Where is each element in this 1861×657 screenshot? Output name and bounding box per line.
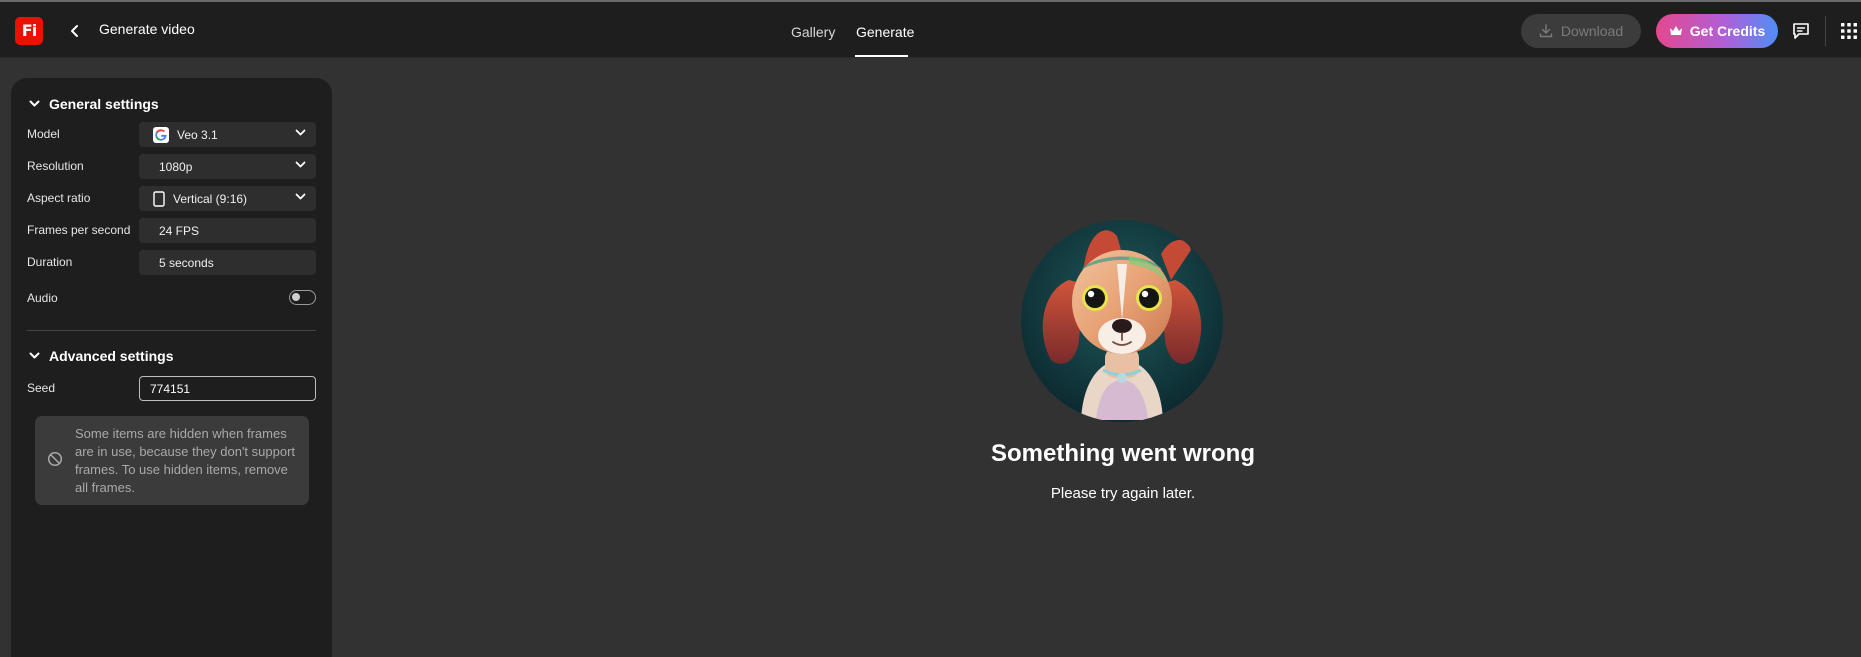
chevron-down-icon <box>295 193 306 200</box>
google-icon <box>153 126 169 143</box>
model-value: Veo 3.1 <box>177 127 218 142</box>
seed-input[interactable] <box>139 376 316 401</box>
chevron-down-icon <box>29 352 40 359</box>
duration-label: Duration <box>27 255 73 269</box>
advanced-settings-title: Advanced settings <box>49 348 174 364</box>
apps-grid-icon <box>1841 23 1857 39</box>
download-label: Download <box>1560 23 1624 39</box>
page-title: Generate video <box>99 21 195 37</box>
toggle-knob <box>292 293 300 301</box>
top-bar: Fi Generate video Gallery Generate Downl… <box>0 2 1861 58</box>
general-settings-header[interactable]: General settings <box>29 96 159 112</box>
model-select[interactable]: Veo 3.1 <box>139 122 316 147</box>
model-label: Model <box>27 127 60 141</box>
chevron-down-icon <box>29 100 40 107</box>
download-icon <box>1539 24 1553 38</box>
section-divider <box>27 330 316 331</box>
feedback-button[interactable] <box>1789 19 1813 43</box>
advanced-settings-header[interactable]: Advanced settings <box>29 348 173 364</box>
download-button[interactable]: Download <box>1521 14 1641 48</box>
fps-field[interactable]: 24 FPS <box>139 218 316 243</box>
block-icon <box>47 451 63 467</box>
tab-generate[interactable]: Generate <box>856 24 914 40</box>
resolution-label: Resolution <box>27 159 84 173</box>
app-logo[interactable]: Fi <box>15 17 43 45</box>
resolution-select[interactable]: 1080p <box>139 154 316 179</box>
duration-value: 5 seconds <box>159 255 214 270</box>
toolbar-divider <box>1825 16 1826 46</box>
fps-value: 24 FPS <box>159 223 200 238</box>
notice-text: Some items are hidden when frames are in… <box>75 426 296 495</box>
apps-button[interactable] <box>1837 19 1861 43</box>
aspect-ratio-select[interactable]: Vertical (9:16) <box>139 186 316 211</box>
audio-label: Audio <box>27 291 58 305</box>
chevron-down-icon <box>295 129 306 136</box>
back-button[interactable] <box>64 19 86 43</box>
settings-panel: General settings Model Veo 3.1 Resolutio… <box>11 78 332 657</box>
error-title: Something went wrong <box>991 440 1255 467</box>
error-message: Please try again later. <box>1050 485 1196 502</box>
crown-icon <box>1669 26 1682 35</box>
error-dog-illustration <box>1021 220 1223 422</box>
get-credits-button[interactable]: Get Credits <box>1656 14 1778 48</box>
resolution-value: 1080p <box>159 159 193 174</box>
chat-icon <box>1793 23 1809 39</box>
seed-label: Seed <box>27 381 56 395</box>
fps-label: Frames per second <box>27 223 131 237</box>
get-credits-label: Get Credits <box>1689 23 1766 39</box>
active-tab-indicator <box>855 55 908 57</box>
aspect-ratio-label: Aspect ratio <box>27 191 91 205</box>
portrait-frame-icon <box>153 190 165 207</box>
aspect-ratio-value: Vertical (9:16) <box>173 191 248 206</box>
chevron-left-icon <box>71 25 78 37</box>
frames-notice: Some items are hidden when frames are in… <box>35 416 309 505</box>
chevron-down-icon <box>295 161 306 168</box>
tab-gallery[interactable]: Gallery <box>791 24 835 40</box>
audio-toggle[interactable] <box>289 290 316 305</box>
general-settings-title: General settings <box>49 96 159 112</box>
duration-field[interactable]: 5 seconds <box>139 250 316 275</box>
